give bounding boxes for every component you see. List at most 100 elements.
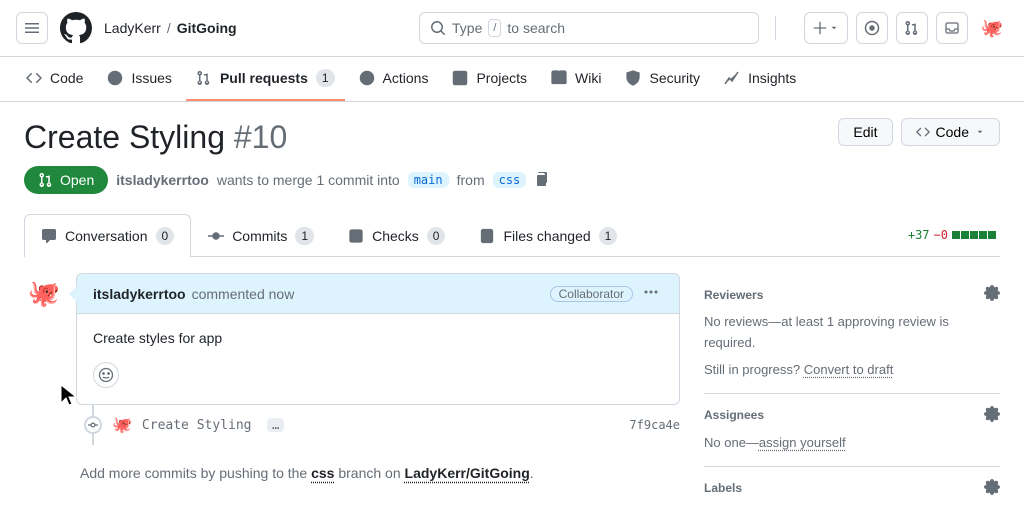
git-pull-request-icon xyxy=(38,172,54,188)
create-new-button[interactable] xyxy=(804,12,848,44)
play-icon xyxy=(359,70,375,86)
gear-icon xyxy=(984,479,1000,495)
search-icon xyxy=(430,20,446,36)
inbox-button[interactable] xyxy=(936,12,968,44)
tab-conversation-label: Conversation xyxy=(65,228,148,244)
commit-node-icon xyxy=(84,416,102,434)
pr-from-text: from xyxy=(457,172,485,188)
inbox-icon xyxy=(944,20,960,36)
comment-header: itsladykerrtoo commented now Collaborato… xyxy=(77,274,679,314)
commit-ellipsis-button[interactable]: … xyxy=(267,418,284,432)
tab-checks-label: Checks xyxy=(372,228,419,244)
copy-branch-button[interactable] xyxy=(534,171,550,190)
code-dropdown-button[interactable]: Code xyxy=(901,118,1000,146)
nav-security[interactable]: Security xyxy=(615,58,710,100)
pulls-button[interactable] xyxy=(896,12,928,44)
gear-icon xyxy=(984,406,1000,422)
labels-label: Labels xyxy=(704,481,742,495)
base-branch[interactable]: main xyxy=(408,172,449,188)
tab-commits-count: 1 xyxy=(295,227,314,245)
shield-icon xyxy=(625,70,641,86)
hint-repo-link[interactable]: LadyKerr/GitGoing xyxy=(405,465,530,481)
comment-author-avatar[interactable]: 🐙 xyxy=(24,273,64,313)
nav-issues[interactable]: Issues xyxy=(97,58,181,100)
tab-files-label: Files changed xyxy=(503,228,590,244)
code-icon xyxy=(26,70,42,86)
file-diff-icon xyxy=(479,228,495,244)
commit-message[interactable]: Create Styling … xyxy=(142,418,620,433)
smiley-icon xyxy=(98,367,114,383)
nav-projects[interactable]: Projects xyxy=(442,58,537,100)
comment-menu-button[interactable] xyxy=(639,284,663,303)
push-hint: Add more commits by pushing to the css b… xyxy=(80,465,680,481)
comment-timestamp: commented now xyxy=(192,286,295,302)
nav-pull-requests[interactable]: Pull requests 1 xyxy=(186,57,345,101)
hamburger-menu[interactable] xyxy=(16,12,48,44)
nav-issues-label: Issues xyxy=(131,70,171,86)
caret-down-icon xyxy=(975,127,985,137)
commit-author-avatar[interactable]: 🐙 xyxy=(112,415,132,435)
tab-conversation-count: 0 xyxy=(156,227,175,245)
comment-body: Create styles for app xyxy=(77,314,679,362)
nav-code[interactable]: Code xyxy=(16,58,93,100)
comment-icon xyxy=(41,228,57,244)
diff-additions: +37 xyxy=(908,228,930,242)
reviewers-settings-button[interactable] xyxy=(984,285,1000,304)
pr-title: Create Styling #10 xyxy=(24,118,287,156)
assign-yourself-link[interactable]: assign yourself xyxy=(759,435,846,450)
user-avatar[interactable]: 🐙 xyxy=(976,12,1008,44)
issues-button[interactable] xyxy=(856,12,888,44)
tab-files[interactable]: Files changed 1 xyxy=(462,214,634,257)
nav-code-label: Code xyxy=(50,70,83,86)
add-reaction-button[interactable] xyxy=(93,362,119,388)
diff-blocks xyxy=(952,231,996,239)
pr-merge-text: wants to merge 1 commit into xyxy=(217,172,400,188)
nav-projects-label: Projects xyxy=(476,70,527,86)
hint-branch-link[interactable]: css xyxy=(311,465,334,481)
reviewers-empty-text: No reviews—at least 1 approving review i… xyxy=(704,312,1000,354)
nav-wiki-label: Wiki xyxy=(575,70,601,86)
commit-sha[interactable]: 7f9ca4e xyxy=(629,418,680,432)
search-kbd: / xyxy=(488,19,501,37)
comment-role-badge: Collaborator xyxy=(550,286,633,302)
graph-icon xyxy=(724,70,740,86)
nav-pulls-label: Pull requests xyxy=(220,70,308,86)
caret-down-icon xyxy=(829,23,839,33)
labels-settings-button[interactable] xyxy=(984,479,1000,498)
plus-icon xyxy=(813,21,827,35)
edit-button[interactable]: Edit xyxy=(838,118,892,146)
status-label: Open xyxy=(60,172,94,188)
nav-insights[interactable]: Insights xyxy=(714,58,806,100)
tab-conversation[interactable]: Conversation 0 xyxy=(24,214,191,257)
comment-author[interactable]: itsladykerrtoo xyxy=(93,286,186,302)
git-commit-icon xyxy=(208,228,224,244)
pr-author[interactable]: itsladykerrtoo xyxy=(116,172,209,188)
diff-stats: +37 −0 xyxy=(908,228,1000,242)
nav-actions[interactable]: Actions xyxy=(349,58,439,100)
search-placeholder-post: to search xyxy=(507,20,565,36)
table-icon xyxy=(452,70,468,86)
sidebar-labels: Labels xyxy=(704,467,1000,518)
head-branch[interactable]: css xyxy=(493,172,527,188)
checklist-icon xyxy=(348,228,364,244)
issue-icon xyxy=(107,70,123,86)
book-icon xyxy=(551,70,567,86)
owner-link[interactable]: LadyKerr xyxy=(104,20,161,36)
nav-actions-label: Actions xyxy=(383,70,429,86)
tab-commits[interactable]: Commits 1 xyxy=(191,214,331,257)
repo-link[interactable]: GitGoing xyxy=(177,20,237,36)
assignees-label: Assignees xyxy=(704,408,764,422)
git-pull-request-icon xyxy=(904,20,920,36)
github-logo[interactable] xyxy=(60,12,92,44)
hamburger-icon xyxy=(24,20,40,36)
convert-to-draft-link[interactable]: Convert to draft xyxy=(804,362,894,377)
assignees-settings-button[interactable] xyxy=(984,406,1000,425)
code-icon xyxy=(916,125,930,139)
search-input[interactable]: Type / to search xyxy=(419,12,759,44)
tab-checks[interactable]: Checks 0 xyxy=(331,214,462,257)
separator xyxy=(775,16,776,40)
nav-wiki[interactable]: Wiki xyxy=(541,58,611,100)
nav-insights-label: Insights xyxy=(748,70,796,86)
nav-pulls-count: 1 xyxy=(316,69,335,87)
pr-meta: Open itsladykerrtoo wants to merge 1 com… xyxy=(24,166,1000,194)
